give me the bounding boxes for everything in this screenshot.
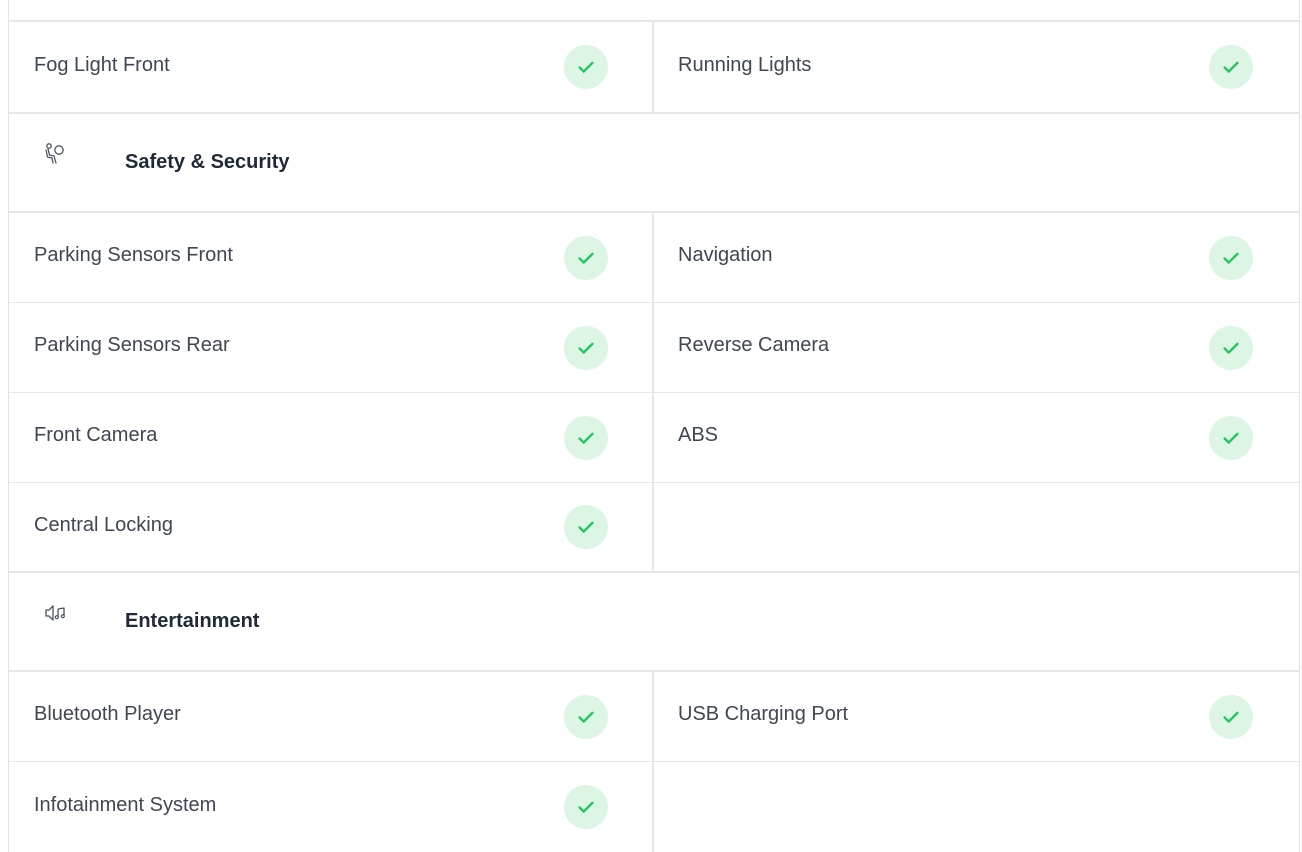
feature-cell: Infotainment System [9,762,654,852]
check-icon [564,505,608,549]
feature-cell: Fog Light Front [9,22,654,112]
section-title: Safety & Security [125,151,290,173]
check-icon [564,415,608,460]
check-icon [1209,694,1253,739]
section-header-safety: Safety & Security [9,114,1299,213]
airbag-icon [43,142,69,168]
feature-label: Parking Sensors Rear [34,334,230,356]
feature-label: Fog Light Front [34,53,170,76]
check-icon [564,785,608,829]
table-row: Parking Sensors Rear Reverse Camera [9,303,1299,393]
feature-cell: Front Camera [9,393,654,482]
table-row: Bluetooth Player USB Charging Port [9,672,1299,762]
table-row: Fog Light Front Running Lights [9,22,1299,114]
check-icon [564,45,608,89]
feature-label: Central Locking [34,513,173,536]
feature-label: Infotainment System [34,793,217,816]
feature-label: USB Charging Port [678,703,849,725]
check-icon [564,694,608,739]
feature-group-safety: Parking Sensors Front Navigation Parking… [9,213,1299,573]
feature-cell: ABS [654,393,1299,482]
feature-cell: Running Lights [654,22,1299,112]
check-icon [1209,235,1253,280]
check-icon [564,325,608,370]
speaker-music-icon [43,601,69,627]
feature-cell-empty [654,762,1299,852]
feature-cell: Bluetooth Player [9,672,654,761]
feature-cell: Navigation [654,213,1299,302]
table-row: Front Camera ABS [9,393,1299,483]
table-row: Central Locking [9,483,1299,573]
feature-cell: Reverse Camera [654,303,1299,392]
check-icon [1209,325,1253,370]
feature-cell: USB Charging Port [654,672,1299,761]
table-row: Parking Sensors Front Navigation [9,213,1299,303]
feature-group-entertainment: Bluetooth Player USB Charging Port Infot… [9,672,1299,852]
feature-label: Front Camera [34,424,158,446]
feature-label: Running Lights [678,53,812,76]
feature-label: Parking Sensors Front [34,244,233,266]
section-header-entertainment: Entertainment [9,573,1299,672]
feature-cell-empty [654,483,1299,571]
feature-label: Bluetooth Player [34,703,181,725]
features-table: Fog Light Front Running Lights Safety & … [8,0,1300,852]
check-icon [1209,45,1253,89]
feature-group-lights: Fog Light Front Running Lights [9,22,1299,114]
table-row: Infotainment System [9,762,1299,852]
feature-label: ABS [678,424,719,446]
feature-label: Navigation [678,244,773,266]
feature-cell: Parking Sensors Front [9,213,654,302]
check-icon [1209,415,1253,460]
feature-cell: Parking Sensors Rear [9,303,654,392]
section-title: Entertainment [125,610,260,632]
feature-label: Reverse Camera [678,334,830,356]
check-icon [564,235,608,280]
feature-cell: Central Locking [9,483,654,571]
top-divider [9,0,1299,22]
